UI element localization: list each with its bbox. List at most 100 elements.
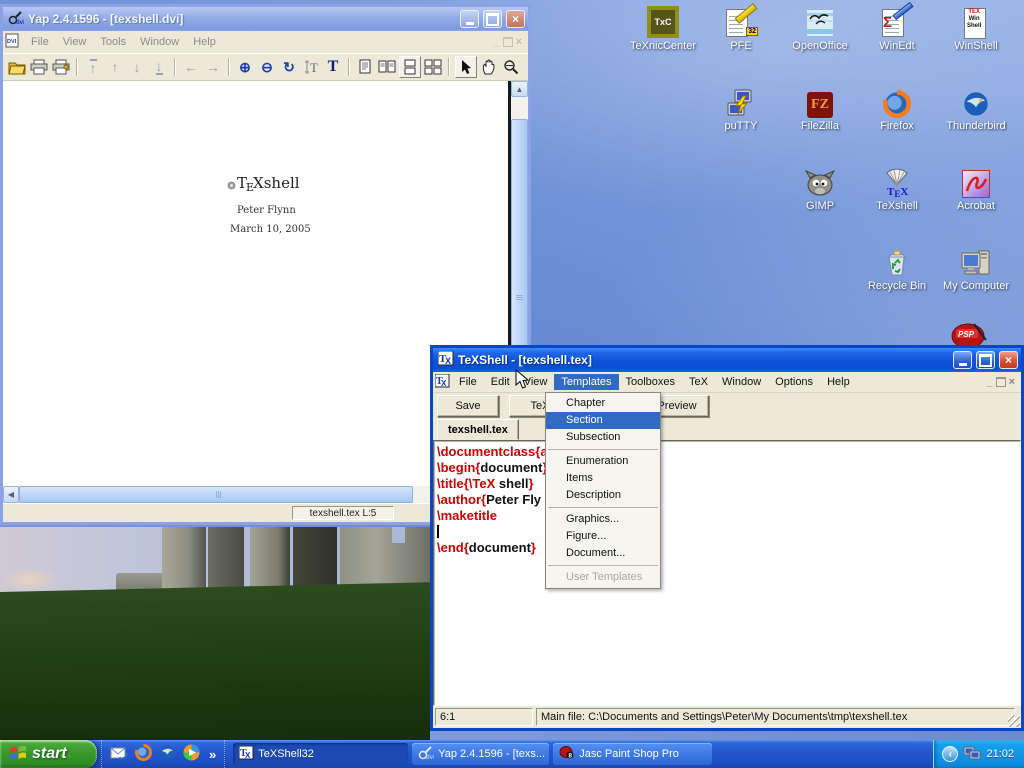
outlook-express-icon[interactable] — [110, 745, 128, 764]
desktop-icon-gimp[interactable]: GIMP — [782, 164, 858, 212]
texshell-maximize-button[interactable] — [976, 351, 995, 369]
text-icon[interactable]: T — [323, 57, 343, 77]
start-button[interactable]: start — [0, 740, 97, 768]
next-page-icon[interactable]: ↓ — [127, 57, 147, 77]
horizontal-scroll-thumb[interactable] — [19, 486, 413, 503]
quick-launch-overflow-chevron[interactable]: » — [209, 747, 216, 762]
desktop-icon-openoffice[interactable]: OpenOffice — [782, 4, 858, 52]
zoom-out-icon[interactable]: ⊖ — [257, 57, 277, 77]
menu-file[interactable]: File — [24, 34, 56, 50]
desktop-icon-my-computer[interactable]: My Computer — [938, 244, 1014, 292]
document-ornament-icon — [227, 176, 236, 194]
prev-page-icon[interactable]: ↑ — [105, 57, 125, 77]
mdi-restore-icon[interactable] — [996, 377, 1006, 387]
menu-options[interactable]: Options — [768, 374, 820, 390]
save-button[interactable]: Save — [437, 395, 499, 417]
menu-window[interactable]: Window — [715, 374, 768, 390]
zoom-in-icon[interactable]: ⊕ — [235, 57, 255, 77]
print-icon[interactable] — [29, 57, 49, 77]
desktop-icon-pfe[interactable]: 32PFE — [703, 4, 779, 52]
open-folder-icon[interactable] — [7, 57, 27, 77]
forward-icon[interactable]: → — [203, 57, 223, 77]
yap-titlebar[interactable]: dvi Yap 2.4.1596 - [texshell.dvi] × — [3, 7, 528, 31]
texshell-close-button[interactable]: × — [999, 351, 1018, 369]
desktop-icon-filezilla[interactable]: FZFileZilla — [782, 84, 858, 132]
menu-window[interactable]: Window — [133, 34, 186, 50]
desktop-icon-acrobat[interactable]: Acrobat — [938, 164, 1014, 212]
menu-item-chapter[interactable]: Chapter — [546, 395, 660, 412]
recycle-bin-icon — [859, 244, 935, 278]
texshell-minimize-button[interactable] — [953, 351, 972, 369]
texshell-tab-row: texshell.tex — [433, 419, 1021, 440]
mdi-minimize-icon[interactable]: _ — [986, 376, 992, 388]
desktop-icon-firefox[interactable]: Firefox — [859, 84, 935, 132]
menu-help[interactable]: Help — [186, 34, 223, 50]
taskbar-button-label: Jasc Paint Shop Pro — [579, 748, 679, 760]
media-player-icon[interactable] — [183, 744, 200, 764]
menu-help[interactable]: Help — [820, 374, 857, 390]
single-page-icon[interactable] — [355, 57, 375, 77]
menu-item-enumeration[interactable]: Enumeration — [546, 453, 660, 470]
yap-minimize-button[interactable] — [460, 10, 479, 28]
desktop-icon-winshell[interactable]: TEXWinShellWinShell — [938, 4, 1014, 52]
tab-texshell-tex[interactable]: texshell.tex — [437, 419, 519, 440]
menu-item-document[interactable]: Document... — [546, 545, 660, 562]
menu-templates[interactable]: Templates — [554, 374, 618, 390]
magnifier-tool-icon[interactable] — [501, 57, 521, 77]
yap-maximize-button[interactable] — [483, 10, 502, 28]
clock: 21:02 — [986, 748, 1014, 760]
menu-edit[interactable]: Edit — [484, 374, 517, 390]
hide-chevron-icon[interactable]: ‹ — [942, 746, 958, 762]
taskbar-button-texshell32[interactable]: TXTeXShell32 — [233, 743, 408, 765]
continuous-page-icon[interactable] — [399, 56, 421, 78]
menu-tools[interactable]: Tools — [93, 34, 133, 50]
texshell-toolbar: SaveTeXPreview — [433, 393, 1021, 419]
menu-view[interactable]: View — [56, 34, 94, 50]
winshell-icon: TEXWinShell — [938, 4, 1014, 38]
texshell-logo-icon: TX — [438, 351, 454, 369]
taskbar-button-jasc-paint-shop-pro[interactable]: 8Jasc Paint Shop Pro — [553, 743, 712, 765]
desktop-icon-texshell[interactable]: TEXTeXshell — [859, 164, 935, 212]
desktop-icon-recycle-bin[interactable]: Recycle Bin — [859, 244, 935, 292]
menu-item-figure[interactable]: Figure... — [546, 528, 660, 545]
select-tool-icon[interactable] — [455, 56, 477, 78]
menu-item-graphics[interactable]: Graphics... — [546, 511, 660, 528]
desktop-icon-label: TeXshell — [859, 200, 935, 212]
back-icon[interactable]: ← — [181, 57, 201, 77]
double-continuous-page-icon[interactable] — [423, 57, 443, 77]
desktop-icon-texniccenter[interactable]: TxCTeXnicCenter — [625, 4, 701, 52]
mdi-close-icon[interactable]: × — [1009, 376, 1015, 388]
double-page-icon[interactable] — [377, 57, 397, 77]
first-page-icon[interactable]: ↑ — [83, 57, 103, 77]
thunderbird-quicklaunch-icon[interactable] — [159, 744, 176, 764]
mdi-restore-icon[interactable] — [503, 37, 513, 47]
firefox-quicklaunch-icon[interactable] — [135, 744, 152, 764]
menu-file[interactable]: File — [452, 374, 484, 390]
refresh-icon[interactable]: ↻ — [279, 57, 299, 77]
taskbar-button-yap-2-4-1596-texs[interactable]: dviYap 2.4.1596 - [texs... — [412, 743, 549, 765]
print-page-icon[interactable] — [51, 57, 71, 77]
my-computer-icon — [938, 244, 1014, 278]
hand-tool-icon[interactable] — [479, 57, 499, 77]
menu-item-subsection[interactable]: Subsection — [546, 429, 660, 446]
menu-item-description[interactable]: Description — [546, 487, 660, 504]
menu-item-items[interactable]: Items — [546, 470, 660, 487]
yap-close-button[interactable]: × — [506, 10, 525, 28]
ruler-icon[interactable]: T — [301, 57, 321, 77]
desktop-icon-thunderbird[interactable]: Thunderbird — [938, 84, 1014, 132]
yap-document-icon: DVI — [5, 33, 20, 51]
network-icon[interactable] — [963, 745, 981, 764]
desktop-icon-putty[interactable]: puTTY — [703, 84, 779, 132]
mdi-minimize-icon[interactable]: _ — [493, 36, 499, 48]
scroll-up-icon[interactable]: ▲ — [511, 81, 528, 97]
texshell-editor[interactable]: \documentclass{a\begin{document}\title{\… — [433, 440, 1021, 706]
last-page-icon[interactable]: ↓ — [149, 57, 169, 77]
stonehenge-photo — [0, 527, 430, 740]
menu-toolboxes[interactable]: Toolboxes — [619, 374, 683, 390]
menu-tex[interactable]: TeX — [682, 374, 715, 390]
mdi-close-icon[interactable]: × — [516, 36, 522, 48]
desktop-icon-winedt[interactable]: ΣWinEdt — [859, 4, 935, 52]
scroll-left-icon[interactable]: ◀ — [3, 486, 19, 503]
menu-item-section[interactable]: Section — [546, 412, 660, 429]
resize-grip[interactable] — [1008, 715, 1020, 727]
